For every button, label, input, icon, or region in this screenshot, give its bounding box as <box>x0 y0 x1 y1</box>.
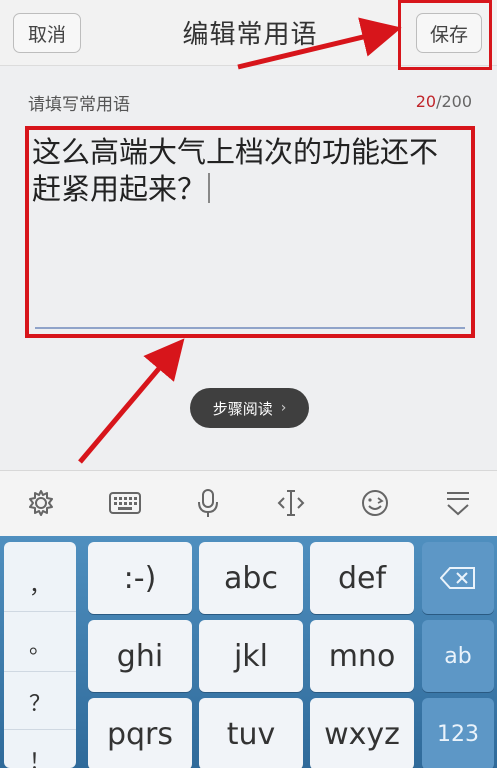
punct-key-exclaim[interactable]: ！ <box>4 732 76 768</box>
text-caret <box>208 173 211 203</box>
key-mno[interactable]: mno <box>310 620 414 692</box>
phrase-textarea[interactable]: 这么高端大气上档次的功能还不赶紧用起来？ <box>25 126 475 338</box>
punct-key-question[interactable]: ？ <box>4 674 76 730</box>
text-cursor-icon[interactable] <box>273 485 309 521</box>
key-ghi[interactable]: ghi <box>88 620 192 692</box>
arrow-to-textbox <box>78 338 185 464</box>
char-count-current: 20 <box>415 92 437 111</box>
key-def[interactable]: def <box>310 542 414 614</box>
char-counter: 20/200 <box>416 92 472 111</box>
keyboard-icon[interactable] <box>107 485 143 521</box>
field-label: 请填写常用语 <box>28 95 130 115</box>
toast-label: 步骤阅读 <box>212 399 273 418</box>
save-highlight-box <box>398 0 492 70</box>
phrase-text-value: 这么高端大气上档次的功能还不赶紧用起来？ <box>32 135 439 206</box>
keyboard: ， 。 ？ ！ :-) abc def ghi jkl mno ab pqrs … <box>0 536 497 768</box>
char-count-max: /200 <box>436 92 472 111</box>
key-pqrs[interactable]: pqrs <box>88 698 192 768</box>
punct-key-period[interactable]: 。 <box>4 616 76 672</box>
phrase-text: 这么高端大气上档次的功能还不赶紧用起来？ <box>32 134 462 208</box>
collapse-keyboard-icon[interactable] <box>440 485 476 521</box>
chevron-right-icon: › <box>280 400 287 416</box>
switch-letters-key[interactable]: ab <box>422 620 494 692</box>
step-reading-toast[interactable]: 步骤阅读 › <box>190 388 309 428</box>
key-jkl[interactable]: jkl <box>199 620 303 692</box>
key-abc[interactable]: abc <box>199 542 303 614</box>
punct-key-comma[interactable]: ， <box>4 556 76 612</box>
punctuation-column: ， 。 ？ ！ <box>4 542 76 768</box>
backspace-icon <box>440 567 475 589</box>
numbers-key[interactable]: 123 <box>422 698 494 768</box>
cancel-button[interactable]: 取消 <box>13 13 81 53</box>
backspace-key[interactable] <box>422 542 494 614</box>
key-tuv[interactable]: tuv <box>199 698 303 768</box>
textarea-underline <box>35 327 465 329</box>
key-emoticon[interactable]: :-) <box>88 542 192 614</box>
gear-icon[interactable] <box>23 485 59 521</box>
page-title: 编辑常用语 <box>182 20 318 50</box>
microphone-icon[interactable] <box>190 485 226 521</box>
keyboard-toolbar <box>0 470 497 536</box>
key-wxyz[interactable]: wxyz <box>310 698 414 768</box>
emoji-icon[interactable] <box>357 485 393 521</box>
